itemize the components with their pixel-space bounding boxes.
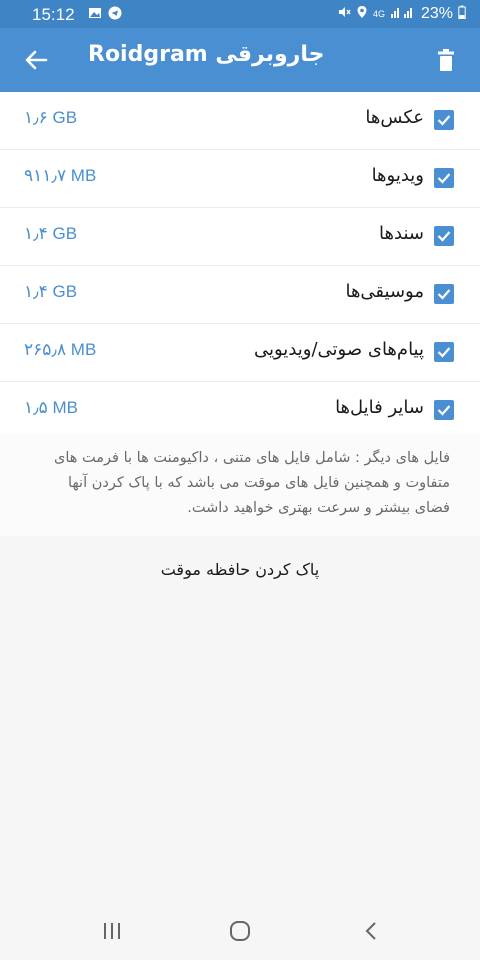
info-section: فایل های دیگر : شامل فایل های متنی ، داک… bbox=[0, 434, 480, 536]
list-item-voice-messages[interactable]: ۲۶۵٫۸ MB پیام‌های صوتی/ویدیویی bbox=[0, 324, 480, 382]
trash-icon[interactable] bbox=[434, 46, 458, 74]
info-text: فایل های دیگر : شامل فایل های متنی ، داک… bbox=[54, 450, 450, 516]
image-icon bbox=[88, 6, 102, 20]
list-item-documents[interactable]: ۱٫۴ GB سندها bbox=[0, 208, 480, 266]
item-label: پیام‌های صوتی/ویدیویی bbox=[254, 339, 424, 360]
empty-area bbox=[0, 616, 480, 900]
system-nav-bar bbox=[0, 900, 480, 960]
item-size: ۱٫۴ GB bbox=[24, 224, 78, 243]
item-label: عکس‌ها bbox=[365, 107, 424, 128]
status-time: 15:12 bbox=[32, 5, 75, 24]
item-size: ۹۱۱٫۷ MB bbox=[24, 166, 97, 185]
clear-cache-label: پاک کردن حافظه موقت bbox=[160, 560, 320, 579]
checkbox-checked[interactable] bbox=[434, 284, 454, 304]
list-item-other-files[interactable]: ۱٫۵ MB سایر فایل‌ها bbox=[0, 382, 480, 439]
nav-back-icon[interactable] bbox=[360, 920, 384, 942]
home-icon[interactable] bbox=[228, 920, 252, 942]
network-type: 4G bbox=[372, 9, 385, 19]
list-item-music[interactable]: ۱٫۴ GB موسیقی‌ها bbox=[0, 266, 480, 324]
checkbox-checked[interactable] bbox=[434, 400, 454, 420]
status-bar: 15:12 4G 23% bbox=[0, 0, 480, 28]
item-label: موسیقی‌ها bbox=[345, 281, 424, 302]
checkbox-checked[interactable] bbox=[434, 342, 454, 362]
item-label: سایر فایل‌ها bbox=[335, 397, 424, 418]
list-item-videos[interactable]: ۹۱۱٫۷ MB ویدیوها bbox=[0, 150, 480, 208]
page-title: جاروبرقی Roidgram bbox=[88, 42, 325, 67]
item-label: ویدیوها bbox=[371, 165, 424, 186]
battery-level: 23% bbox=[420, 5, 453, 22]
checkbox-checked[interactable] bbox=[434, 110, 454, 130]
status-left-icons bbox=[88, 6, 122, 20]
status-right: 4G 23% bbox=[337, 5, 466, 23]
checkbox-checked[interactable] bbox=[434, 226, 454, 246]
item-size: ۱٫۶ GB bbox=[24, 108, 78, 127]
arrow-back-icon[interactable] bbox=[22, 46, 54, 74]
storage-list: ۱٫۶ GB عکس‌ها ۹۱۱٫۷ MB ویدیوها ۱٫۴ GB سن… bbox=[0, 92, 480, 439]
checkbox-checked[interactable] bbox=[434, 168, 454, 188]
clear-cache-button[interactable]: پاک کردن حافظه موقت bbox=[0, 536, 480, 616]
list-item-photos[interactable]: ۱٫۶ GB عکس‌ها bbox=[0, 92, 480, 150]
location-icon bbox=[356, 5, 368, 23]
mute-icon bbox=[337, 5, 351, 23]
recents-icon[interactable] bbox=[100, 920, 124, 942]
telegram-icon bbox=[108, 6, 122, 20]
signal-icon bbox=[390, 5, 416, 23]
app-bar: جاروبرقی Roidgram bbox=[0, 28, 480, 92]
item-size: ۲۶۵٫۸ MB bbox=[24, 340, 97, 359]
item-size: ۱٫۵ MB bbox=[24, 398, 79, 417]
item-size: ۱٫۴ GB bbox=[24, 282, 78, 301]
item-label: سندها bbox=[379, 223, 424, 244]
battery-icon bbox=[458, 5, 466, 23]
